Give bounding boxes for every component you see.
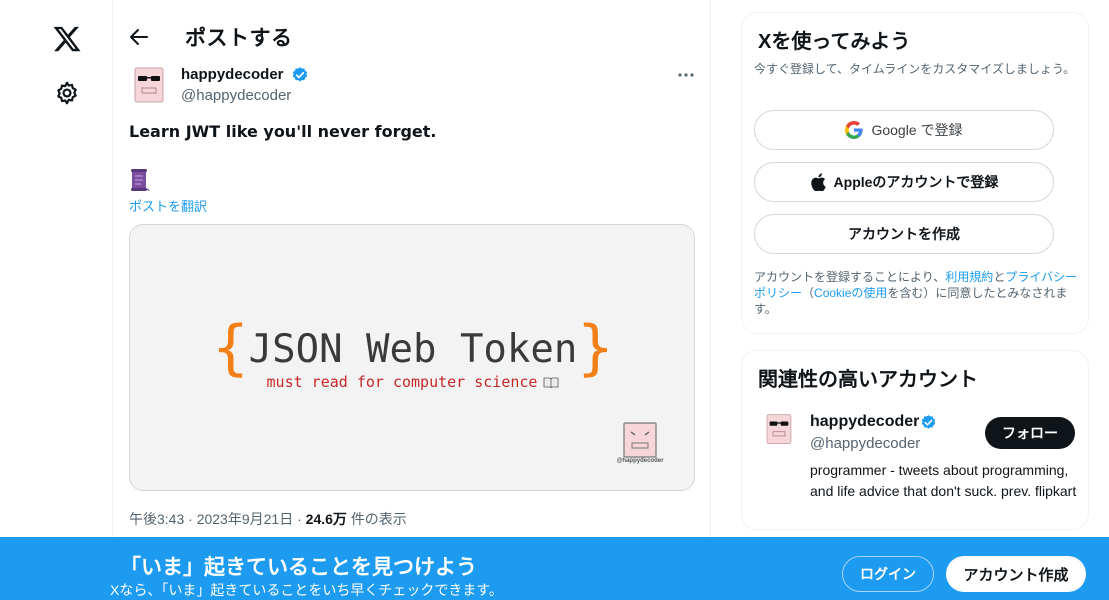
author-handle[interactable]: @happydecoder [181, 87, 291, 104]
banner-title: 「いま」起きていることを見つけよう [120, 556, 477, 579]
terms-link[interactable]: 利用規約 [945, 270, 993, 284]
meta-separator: · [297, 511, 302, 527]
translate-link[interactable]: ポストを翻訳 [129, 196, 207, 215]
open-book-icon [544, 377, 559, 388]
google-signup-label: Google で登録 [871, 122, 963, 138]
arrow-left-icon[interactable] [127, 25, 151, 49]
create-account-label: アカウントを作成 [848, 226, 960, 242]
meta-separator: · [188, 511, 193, 527]
view-count: 24.6万 [305, 511, 347, 527]
view-count-label: 件の表示 [350, 511, 407, 527]
tweet-meta: 午後3:43 · 2023年9月21日 · 24.6万 件の表示 [129, 509, 407, 529]
avatar[interactable] [129, 66, 169, 106]
related-account-name[interactable]: happydecoder [810, 413, 919, 431]
signup-card: Xを使ってみよう 今すぐ登録して、タイムラインをカスタマイズしましょう。 Goo… [741, 12, 1089, 334]
signup-banner: 「いま」起きていることを見つけよう Xなら、「いま」起きていることをいち早くチェ… [0, 537, 1109, 600]
verified-badge-icon [921, 415, 936, 429]
related-accounts-card: 関連性の高いアカウント happydecoder @happydecoder フ… [741, 350, 1089, 530]
more-options-icon[interactable] [675, 66, 697, 84]
banner-subtitle: Xなら、「いま」起きていることをいち早くチェックできます。 [110, 582, 503, 598]
login-button[interactable]: ログイン [842, 556, 934, 592]
google-signup-button[interactable]: Google で登録 [754, 110, 1054, 150]
media-subtitle: must read for computer science [266, 373, 538, 391]
apple-signup-button[interactable]: Appleのアカウントで登録 [754, 162, 1054, 202]
legal-text: （ [802, 286, 815, 300]
x-logo-icon[interactable] [52, 24, 82, 54]
legal-notice: アカウントを登録することにより、利用規約とプライバシーポリシー（Cookieの使… [754, 269, 1084, 317]
verified-badge-icon [292, 67, 308, 82]
tweet-date[interactable]: 2023年9月21日 [197, 511, 294, 527]
scroll-emoji-icon [131, 169, 150, 192]
author-name[interactable]: happydecoder [181, 66, 284, 83]
follow-button[interactable]: フォロー [985, 417, 1075, 449]
google-icon [845, 121, 864, 139]
avatar[interactable] [762, 413, 796, 447]
legal-text: アカウントを登録することにより、 [754, 270, 946, 284]
apple-signup-label: Appleのアカウントで登録 [833, 174, 999, 190]
related-card-title: 関連性の高いアカウント [758, 369, 978, 391]
legal-text: と [993, 270, 1006, 284]
tweet-media-image[interactable]: {JSON Web Token} must read for computer … [129, 224, 695, 491]
left-nav [0, 0, 112, 600]
media-title: JSON Web Token [248, 327, 578, 372]
main-column: ポストする happydecoder @happydecoder Learn J… [112, 0, 711, 600]
gear-icon[interactable] [54, 80, 80, 106]
media-title-line: {JSON Web Token} [130, 307, 694, 383]
signup-card-subtitle: 今すぐ登録して、タイムラインをカスタマイズしましょう。 [754, 62, 1076, 76]
media-logo-label: @happydecoder [616, 458, 664, 464]
tweet-text: Learn JWT like you'll never forget. [129, 122, 437, 141]
cookie-link[interactable]: Cookieの使用 [814, 286, 887, 300]
create-account-button[interactable]: アカウントを作成 [754, 214, 1054, 254]
related-account-bio: programmer - tweets about programming, a… [810, 462, 1077, 499]
signup-card-title: Xを使ってみよう [758, 31, 911, 53]
tweet-time[interactable]: 午後3:43 [129, 511, 184, 527]
page-title: ポストする [185, 27, 293, 50]
post-header: ポストする [113, 0, 710, 70]
related-account-handle[interactable]: @happydecoder [810, 435, 920, 452]
apple-icon [810, 173, 826, 191]
signup-button[interactable]: アカウント作成 [946, 556, 1086, 592]
media-subtitle-line: must read for computer science [130, 373, 694, 391]
